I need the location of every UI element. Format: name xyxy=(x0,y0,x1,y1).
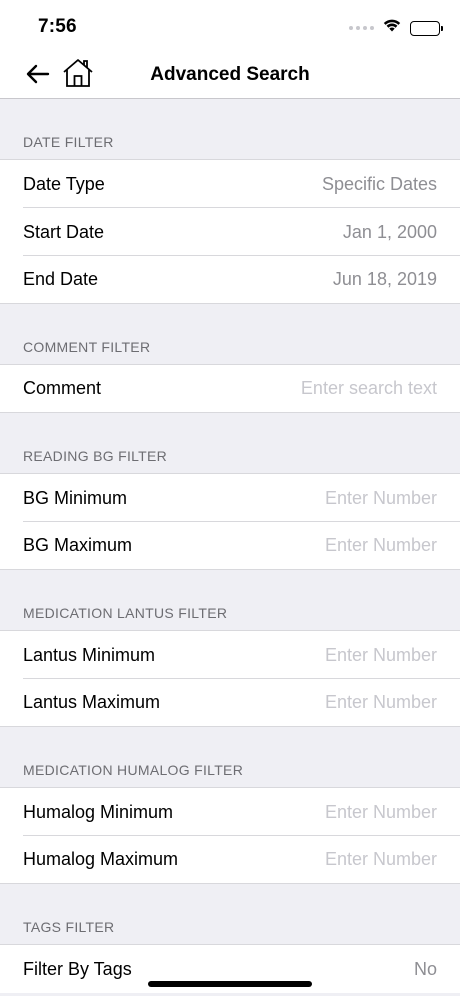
section-header-bg-filter: READING BG FILTER xyxy=(0,413,460,474)
row-end-date[interactable]: End Date Jun 18, 2019 xyxy=(0,255,460,304)
row-label: BG Maximum xyxy=(23,535,133,555)
section-header-humalog-filter: MEDICATION HUMALOG FILTER xyxy=(0,727,460,788)
filter-by-tags-value: No xyxy=(413,958,437,979)
battery-icon xyxy=(410,20,443,36)
bg-maximum-input[interactable] xyxy=(237,535,437,556)
lantus-minimum-input[interactable] xyxy=(237,644,437,666)
row-comment[interactable]: Comment xyxy=(0,365,460,413)
row-bg-minimum[interactable]: BG Minimum xyxy=(0,474,460,522)
date-type-value: Specific Dates xyxy=(321,173,437,194)
status-bar: 7:56 xyxy=(0,0,460,52)
start-date-value: Jan 1, 2000 xyxy=(342,221,437,242)
row-lantus-maximum[interactable]: Lantus Maximum xyxy=(0,678,460,727)
row-label: Humalog Minimum xyxy=(23,801,174,822)
wifi-icon xyxy=(382,18,402,38)
end-date-value: Jun 18, 2019 xyxy=(332,269,437,289)
lantus-maximum-input[interactable] xyxy=(237,692,437,713)
row-label: Lantus Minimum xyxy=(23,644,156,665)
row-start-date[interactable]: Start Date Jan 1, 2000 xyxy=(0,207,460,256)
section-header-lantus-filter: MEDICATION LANTUS FILTER xyxy=(0,570,460,631)
page-title: Advanced Search xyxy=(150,64,310,85)
status-icons xyxy=(349,18,443,38)
section-header-comment-filter: COMMENT FILTER xyxy=(0,304,460,365)
row-label: End Date xyxy=(23,269,99,289)
bg-minimum-input[interactable] xyxy=(237,487,437,509)
row-label: Date Type xyxy=(23,173,105,194)
row-bg-maximum[interactable]: BG Maximum xyxy=(0,521,460,570)
row-date-type[interactable]: Date Type Specific Dates xyxy=(0,160,460,208)
humalog-minimum-input[interactable] xyxy=(237,801,437,823)
row-label: Filter By Tags xyxy=(23,958,132,979)
row-label: Start Date xyxy=(23,221,105,242)
cellular-signal-icon xyxy=(349,26,374,30)
navigation-bar: Advanced Search xyxy=(0,52,460,99)
section-header-date-filter: DATE FILTER xyxy=(0,99,460,160)
comment-input[interactable] xyxy=(237,378,437,399)
status-time: 7:56 xyxy=(38,16,77,37)
search-filter-list: DATE FILTER Date Type Specific Dates Sta… xyxy=(0,99,460,993)
home-indicator[interactable] xyxy=(148,981,312,987)
humalog-maximum-input[interactable] xyxy=(237,849,437,870)
row-humalog-minimum[interactable]: Humalog Minimum xyxy=(0,788,460,836)
row-label: Humalog Maximum xyxy=(23,849,179,869)
row-lantus-minimum[interactable]: Lantus Minimum xyxy=(0,631,460,679)
row-humalog-maximum[interactable]: Humalog Maximum xyxy=(0,835,460,884)
row-label: Lantus Maximum xyxy=(23,692,161,712)
section-header-tags-filter: TAGS FILTER xyxy=(0,884,460,945)
row-label: Comment xyxy=(23,378,102,398)
row-label: BG Minimum xyxy=(23,487,128,508)
